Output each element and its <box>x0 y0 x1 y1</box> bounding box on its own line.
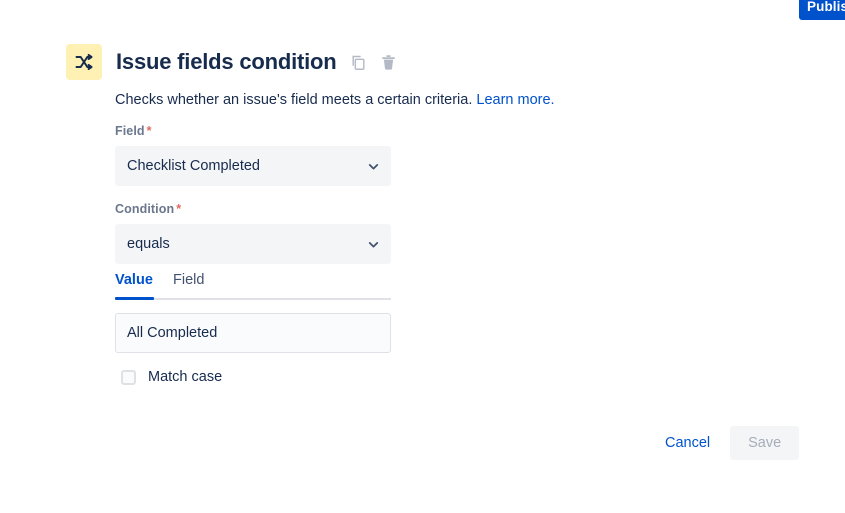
tab-field[interactable]: Field <box>173 272 204 288</box>
active-tab-underline <box>115 297 154 300</box>
condition-header: Issue fields condition <box>66 44 399 80</box>
value-field-tabs: Value Field <box>115 272 391 300</box>
value-input[interactable] <box>115 313 391 353</box>
match-case-label: Match case <box>148 369 223 385</box>
match-case-row[interactable]: Match case <box>121 369 222 385</box>
trash-icon[interactable] <box>379 52 399 72</box>
condition-select[interactable]: equals <box>115 224 391 264</box>
page-title: Issue fields condition <box>116 49 337 74</box>
tabs-divider <box>115 298 391 300</box>
condition-select-value: equals <box>127 236 170 252</box>
learn-more-link[interactable]: Learn more. <box>476 92 554 108</box>
publish-button[interactable]: Publish <box>799 0 845 20</box>
description-text: Checks whether an issue's field meets a … <box>115 92 473 108</box>
copy-icon[interactable] <box>349 52 369 72</box>
condition-editor-panel: Publish Issue fields condition <box>0 0 845 513</box>
shuffle-icon <box>66 44 102 80</box>
save-button[interactable]: Save <box>730 426 800 460</box>
chevron-down-icon <box>360 238 386 251</box>
field-select-value: Checklist Completed <box>127 158 260 174</box>
condition-label-text: Condition <box>115 202 175 216</box>
header-actions <box>349 52 399 72</box>
field-select[interactable]: Checklist Completed <box>115 146 391 186</box>
condition-required-marker: * <box>176 202 182 216</box>
form-actions: Cancel Save <box>655 426 800 460</box>
condition-description: Checks whether an issue's field meets a … <box>115 90 555 110</box>
chevron-down-icon <box>360 160 386 173</box>
cancel-button[interactable]: Cancel <box>655 427 720 459</box>
condition-label: Condition * <box>115 202 181 216</box>
match-case-checkbox[interactable] <box>121 369 136 385</box>
field-label-text: Field <box>115 124 145 138</box>
tab-value[interactable]: Value <box>115 272 153 288</box>
field-required-marker: * <box>146 124 152 138</box>
field-label: Field * <box>115 124 152 138</box>
